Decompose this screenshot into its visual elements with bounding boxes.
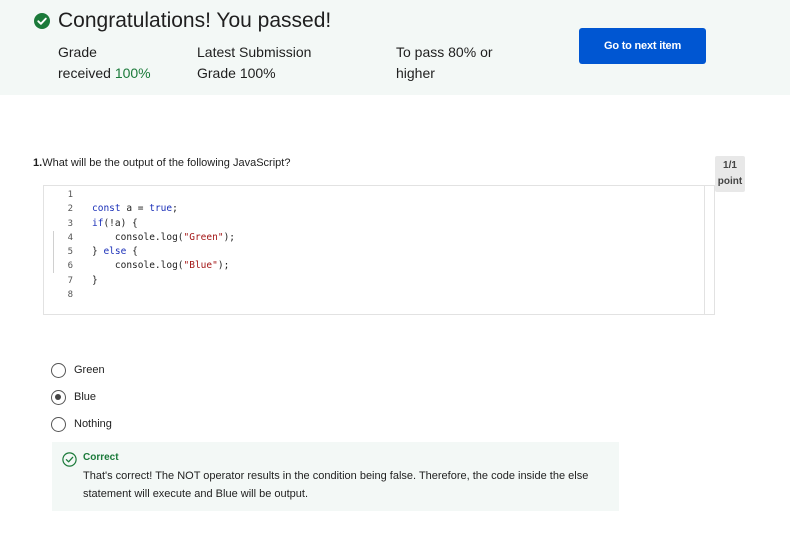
grade-label: Grade (58, 44, 97, 60)
question-text: What will be the output of the following… (42, 157, 291, 169)
to-pass-higher: higher (396, 65, 435, 81)
line-number: 5 (67, 247, 73, 258)
to-pass-value: 80% (448, 44, 477, 60)
question-prompt: 1.What will be the output of the followi… (33, 157, 290, 169)
code-text: a = (120, 203, 150, 215)
code-keyword: if (92, 217, 104, 229)
latest-submission: Latest Submission Grade 100% (197, 42, 377, 84)
option-label: Blue (74, 391, 97, 403)
question-number: 1. (33, 157, 43, 169)
editor-scrollbar[interactable] (704, 186, 714, 314)
indent-guide (53, 231, 54, 273)
code-text: ); (223, 231, 236, 243)
latest-grade-label: Grade (197, 65, 236, 81)
radio-button-selected[interactable] (51, 389, 66, 405)
code-text: } (92, 274, 98, 286)
code-line: } (92, 274, 235, 288)
latest-label: Latest Submission (197, 44, 312, 60)
grade-value: 100% (114, 65, 151, 81)
code-keyword: else (103, 246, 127, 258)
go-to-next-item-button[interactable]: Go to next item (579, 28, 706, 64)
code-line: console.log("Green"); (92, 231, 235, 245)
received-label: received (58, 65, 111, 81)
check-circle-icon (34, 13, 50, 29)
code-text: console.log( (92, 231, 184, 243)
code-text: ); (217, 260, 230, 272)
line-number: 7 (67, 275, 73, 286)
code-text: } (92, 246, 104, 258)
option-blue[interactable]: Blue (51, 389, 96, 405)
code-line: console.log("Blue"); (92, 259, 235, 273)
feedback-panel: Correct That's correct! The NOT operator… (52, 442, 619, 511)
option-label: Green (74, 364, 105, 376)
latest-value: 100% (239, 65, 276, 81)
option-label: Nothing (74, 418, 112, 430)
points-badge: 1/1 point (715, 156, 745, 192)
code-line: } else { (92, 245, 235, 259)
code-text: ; (172, 203, 178, 215)
line-number: 8 (67, 290, 73, 301)
radio-button[interactable] (51, 362, 66, 378)
pass-title: Congratulations! You passed! (58, 9, 332, 32)
check-circle-outline-icon (62, 452, 77, 467)
line-number: 3 (67, 218, 73, 229)
feedback-text: That's correct! The NOT operator results… (83, 470, 589, 500)
code-line: const a = true; (92, 202, 235, 216)
feedback-title: Correct (83, 452, 119, 463)
to-pass: To pass 80% or higher (396, 42, 536, 84)
to-pass-label: To pass (396, 44, 445, 60)
code-text: console.log( (92, 260, 184, 272)
code-keyword: true (149, 203, 173, 215)
code-string: "Blue" (183, 260, 218, 272)
line-number-gutter: 1 2 3 4 5 6 7 8 (44, 186, 84, 302)
code-string: "Green" (183, 231, 224, 243)
option-green[interactable]: Green (51, 362, 105, 378)
line-number: 2 (67, 204, 73, 215)
code-line: if(!a) { (92, 217, 235, 231)
pass-banner: Congratulations! You passed! Grade recei… (0, 0, 790, 95)
code-editor[interactable]: 1 2 3 4 5 6 7 8 const a = true; if(!a) {… (43, 185, 715, 315)
line-number: 6 (67, 261, 73, 272)
grade-received: Grade received 100% (58, 42, 178, 84)
line-number: 4 (67, 232, 73, 243)
to-pass-suffix: or (480, 44, 493, 60)
code-content: const a = true; if(!a) { console.log("Gr… (92, 188, 235, 302)
code-text: (!a) { (103, 217, 138, 229)
points-score: 1/1 (723, 160, 737, 171)
radio-button[interactable] (51, 416, 66, 432)
points-label: point (717, 176, 743, 187)
code-keyword: const (92, 203, 121, 215)
code-text: { (126, 246, 138, 258)
option-nothing[interactable]: Nothing (51, 416, 112, 432)
line-number: 1 (67, 190, 73, 200)
